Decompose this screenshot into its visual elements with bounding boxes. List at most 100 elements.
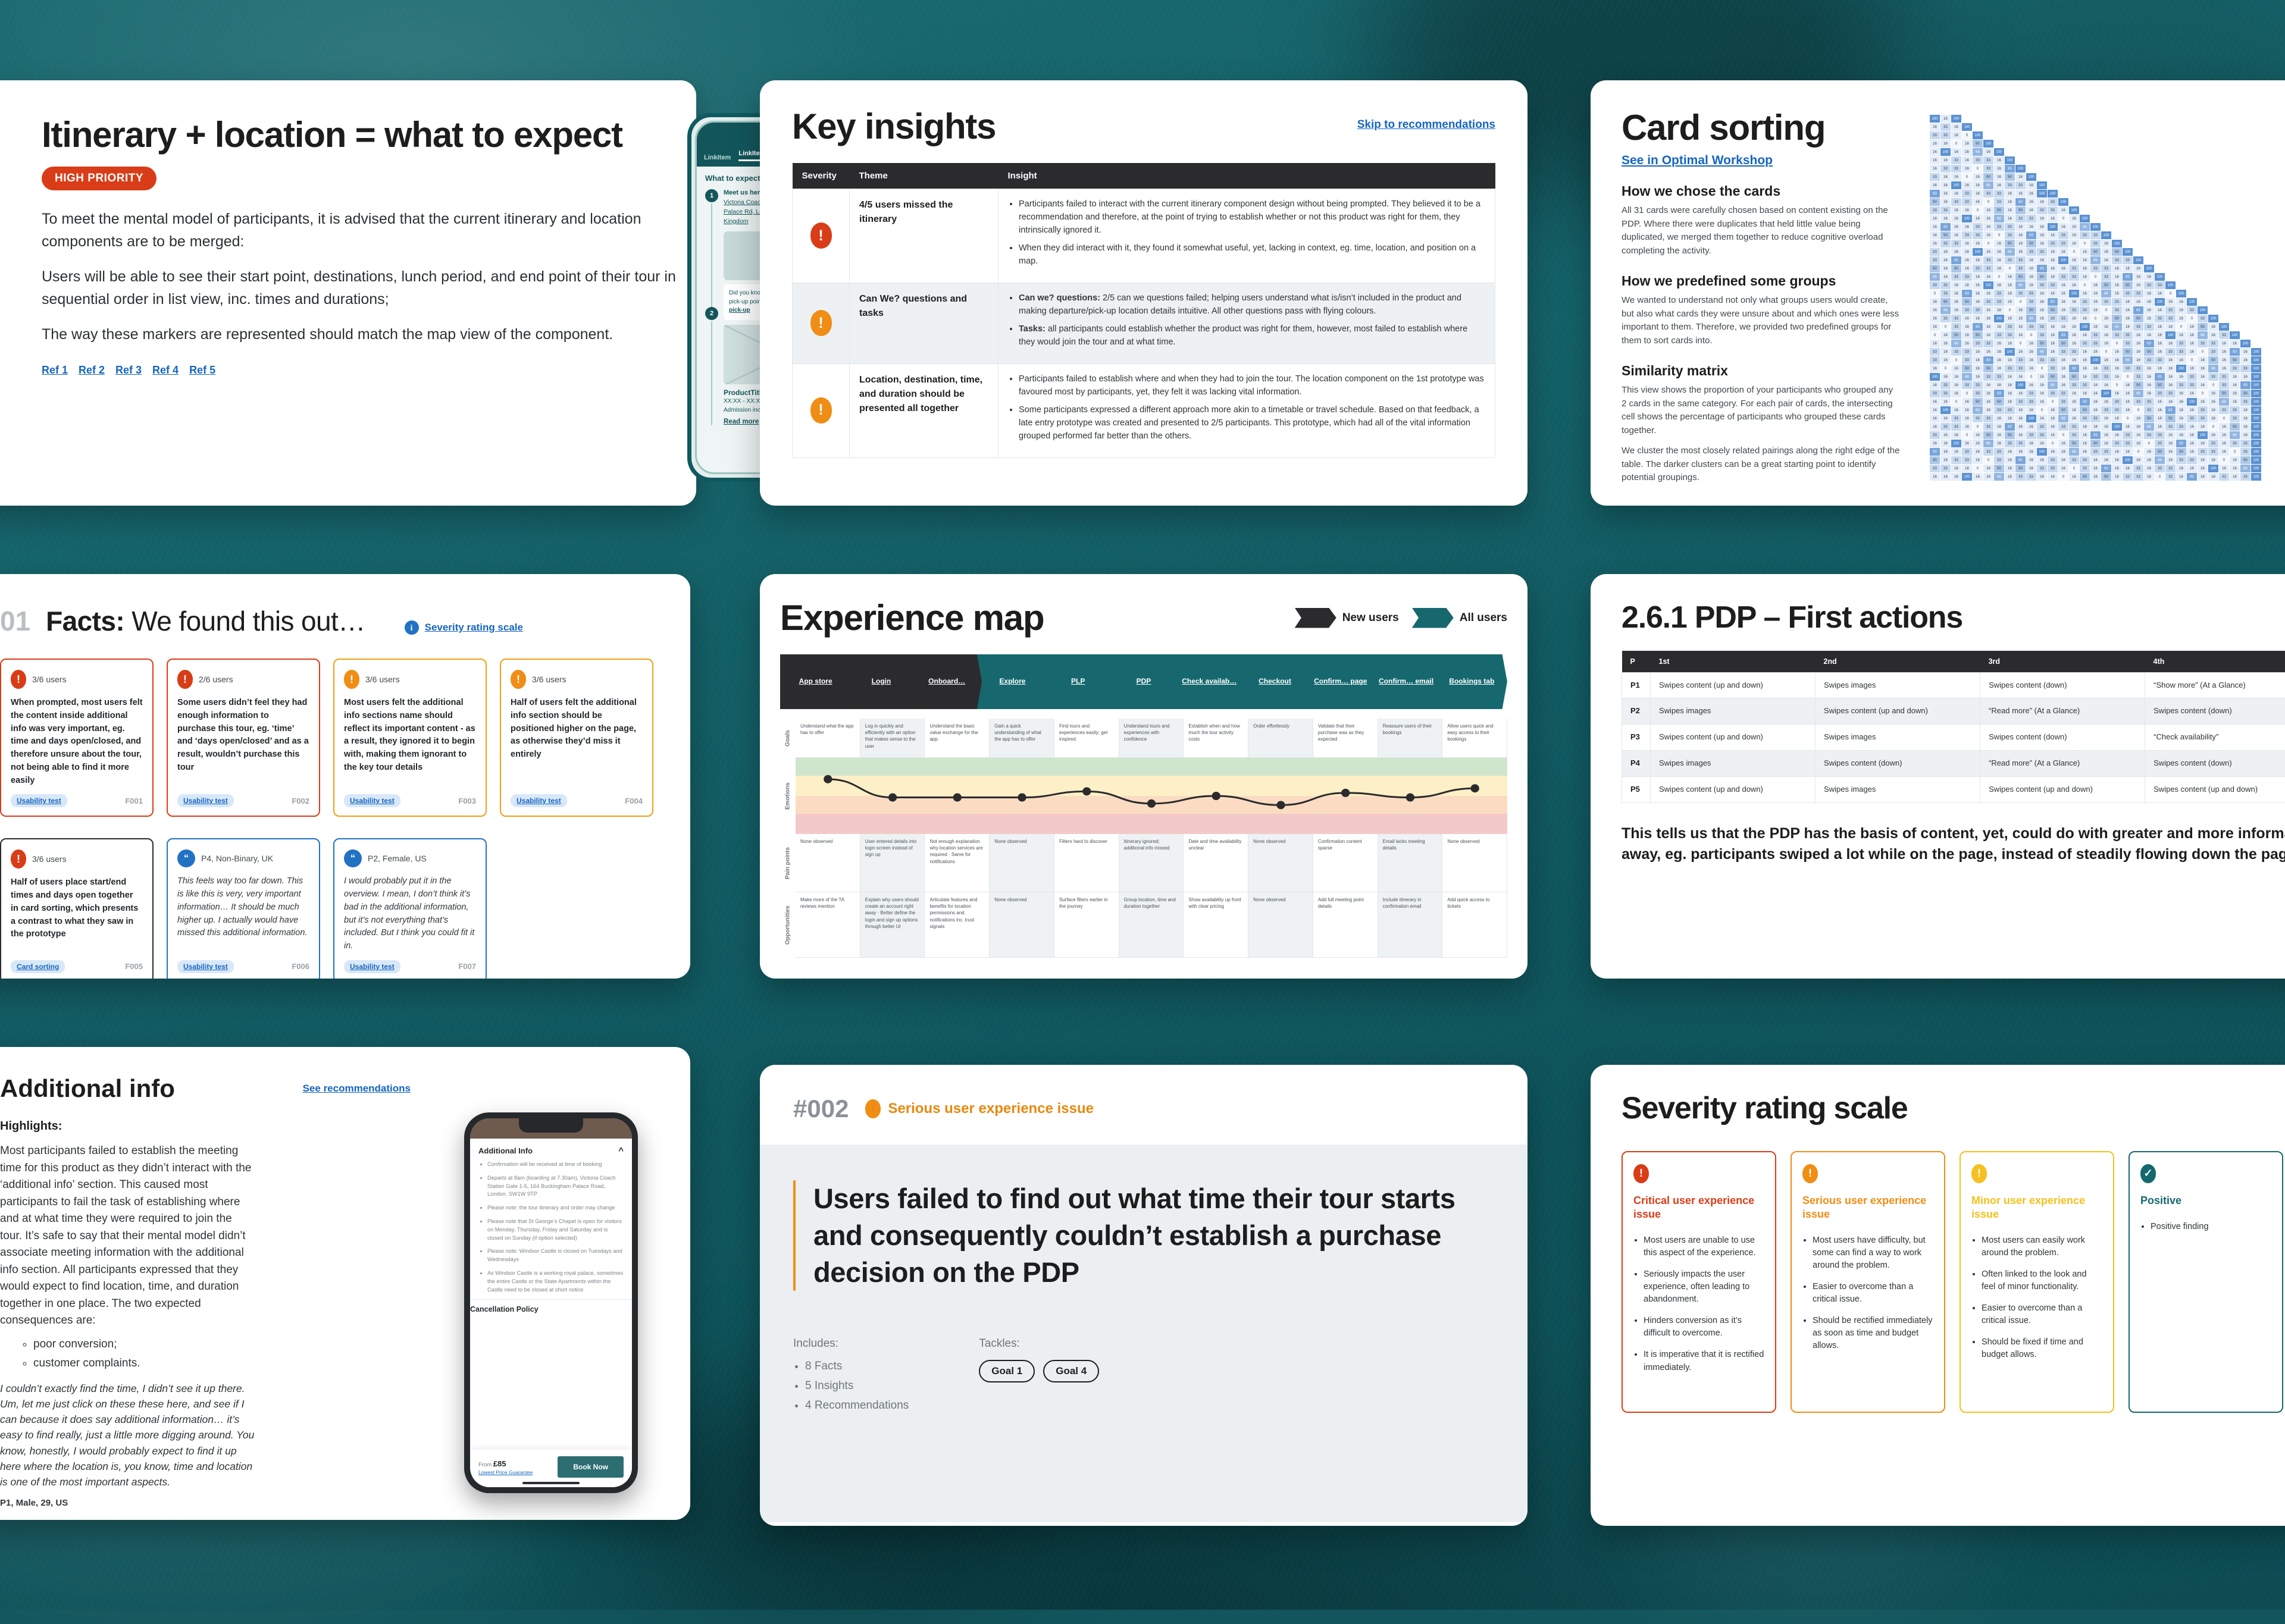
key-insights-title: Key insights (792, 108, 996, 145)
card-sorting-card: Card sorting See in Optimal Workshop How… (1591, 80, 2285, 506)
opportunity-cell: Explain why users should create an accou… (860, 892, 925, 957)
goal-chip[interactable]: Goal 1 (979, 1360, 1035, 1382)
nav-link-item[interactable]: LinkItem (704, 154, 731, 161)
quote-icon: “ (177, 849, 195, 867)
goal-cell: Understand tours and experiences with co… (1119, 719, 1184, 757)
list-item: Most users have difficulty, but some can… (1813, 1234, 1933, 1272)
chevron-up-icon[interactable]: ^ (618, 1146, 624, 1156)
stage-label[interactable]: Confirm… email (1376, 677, 1436, 686)
ref-link[interactable]: Ref 1 (42, 364, 68, 377)
stage-label[interactable]: Onboard… (926, 677, 968, 686)
journey-stage[interactable]: PDP (1108, 654, 1179, 709)
source-tag[interactable]: Usability test (344, 794, 400, 807)
participant-id: P2 (1622, 698, 1651, 725)
insight-bullet: Some participants expressed a different … (1019, 404, 1485, 443)
source-tag[interactable]: Usability test (344, 960, 400, 973)
row-label-opportunities: Opportunities (780, 892, 796, 958)
fact-id: F004 (625, 797, 643, 805)
journey-stage[interactable]: Confirm… email (1370, 654, 1441, 709)
source-tag[interactable]: Usability test (11, 794, 67, 807)
severity-criteria-list: Most users have difficulty, but some can… (1813, 1234, 1933, 1352)
cancellation-policy-heading: Cancellation Policy (470, 1305, 632, 1313)
severity-level-card: !Minor user experience issueMost users c… (1960, 1151, 2114, 1413)
opportunity-cell: Include itinerary in confirmation email (1378, 892, 1443, 957)
action-cell: Swipes images (1816, 672, 1980, 698)
stage-label[interactable]: App store (797, 677, 835, 686)
severity-rating-scale-link[interactable]: Severity rating scale (425, 622, 523, 634)
journey-stage[interactable]: App store (780, 654, 851, 709)
journey-stage[interactable]: Explore (977, 654, 1048, 709)
list-item: 8 Facts (805, 1360, 909, 1373)
stage-label[interactable]: Confirm… page (1311, 677, 1369, 686)
lowest-price-guarantee-link[interactable]: Lowest Price Guarantee (478, 1469, 533, 1475)
action-cell: Swipes content (down) (1980, 672, 2145, 698)
book-now-button[interactable]: Book Now (558, 1456, 624, 1478)
see-recommendations-link[interactable]: See recommendations (303, 1083, 411, 1095)
column-header: P (1622, 651, 1651, 673)
action-cell: “Read more” (At a Glance) (1980, 751, 2145, 777)
goal-chip[interactable]: Goal 4 (1043, 1360, 1099, 1382)
list-item: Please note: the tour itinerary and orde… (487, 1204, 624, 1212)
action-cell: “Read more” (At a Glance) (1980, 698, 2145, 725)
pain-point-cell: Itinerary ignored; additional info misse… (1119, 834, 1184, 892)
action-cell: Swipes content (up and down) (1816, 698, 1980, 725)
stage-label[interactable]: Login (869, 677, 894, 686)
skip-to-recommendations-link[interactable]: Skip to recommendations (1357, 118, 1495, 131)
source-tag[interactable]: Usability test (177, 960, 234, 973)
issue-summary-card: #002 ! Serious user experience issue Use… (760, 1065, 1527, 1526)
quote-text: I would probably put it in the overview.… (344, 875, 476, 953)
page-title: Itinerary + location = what to expect (42, 116, 696, 153)
stage-label[interactable]: Bookings tab (1447, 677, 1497, 686)
journey-stage[interactable]: PLP (1043, 654, 1113, 709)
journey-stage[interactable]: Login (846, 654, 916, 709)
user-count: 3/6 users (532, 675, 566, 684)
fact-id: F001 (125, 797, 143, 805)
source-link[interactable]: Source link (0, 1519, 48, 1520)
phone-screenshot-mockup: Additional Info ^ Confirmation will be r… (464, 1112, 638, 1493)
quote-attribution: P1, Male, 29, US (0, 1498, 256, 1508)
section-body: We cluster the most closely related pair… (1622, 444, 1900, 485)
goal-cell: Understand the basic value exchange for … (925, 719, 990, 757)
stage-label[interactable]: Check availab… (1179, 677, 1239, 686)
theme-cell: Location, destination, time, and duratio… (850, 363, 998, 457)
key-insights-card: Key insights Skip to recommendations Sev… (760, 80, 1527, 506)
legend-label-new-users: New users (1342, 612, 1399, 625)
list-item: Should be rectified immediately as soon … (1813, 1315, 1933, 1352)
optimal-workshop-link[interactable]: See in Optimal Workshop (1622, 153, 1773, 168)
source-tag[interactable]: Usability test (177, 794, 234, 807)
list-item: Most users are unable to use this aspect… (1644, 1234, 1764, 1259)
tackles-label: Tackles: (979, 1337, 1099, 1350)
column-header: 4th (2145, 651, 2285, 673)
journey-stage[interactable]: Checkout (1239, 654, 1310, 709)
journey-stage[interactable]: Onboard… (912, 654, 982, 709)
stage-label[interactable]: Checkout (1256, 677, 1294, 686)
section-body: All 31 cards were carefully chosen based… (1622, 204, 1900, 258)
stage-label[interactable]: Explore (997, 677, 1028, 686)
stage-label[interactable]: PLP (1069, 677, 1087, 686)
list-item: Positive finding (2151, 1221, 2271, 1233)
ref-link[interactable]: Ref 5 (189, 364, 215, 377)
participant-id: P3 (1622, 725, 1651, 751)
goal-cell: Order effortlessly (1248, 719, 1313, 757)
stage-label[interactable]: PDP (1134, 677, 1154, 686)
ref-link[interactable]: Ref 4 (152, 364, 179, 377)
fact-text: Half of users felt the additional info s… (511, 697, 643, 787)
ref-link[interactable]: Ref 3 (115, 364, 142, 377)
pain-point-cell: None observed (1442, 834, 1507, 892)
journey-stage[interactable]: Check availab… (1174, 654, 1245, 709)
participant-label: P2, Female, US (368, 854, 427, 863)
source-tag[interactable]: Usability test (511, 794, 567, 807)
journey-stage[interactable]: Confirm… page (1305, 654, 1376, 709)
fact-text: Half of users place start/end times and … (11, 876, 143, 953)
insight-bullet: Participants failed to interact with the… (1019, 198, 1485, 237)
severity-criteria-list: Most users can easily work around the pr… (1982, 1234, 2102, 1361)
list-item: Departs at 8am (boarding at 7.30am), Vic… (487, 1174, 624, 1199)
action-cell: Swipes images (1816, 725, 1980, 751)
experience-map-title: Experience map (780, 599, 1044, 637)
source-tag[interactable]: Card sorting (11, 960, 65, 973)
ref-link[interactable]: Ref 2 (79, 364, 105, 377)
card-sorting-title: Card sorting (1622, 109, 1900, 146)
journey-stage[interactable]: Bookings tab (1436, 654, 1507, 709)
participant-id: P5 (1622, 776, 1651, 802)
severity-criteria-list: Positive finding (2151, 1221, 2271, 1233)
